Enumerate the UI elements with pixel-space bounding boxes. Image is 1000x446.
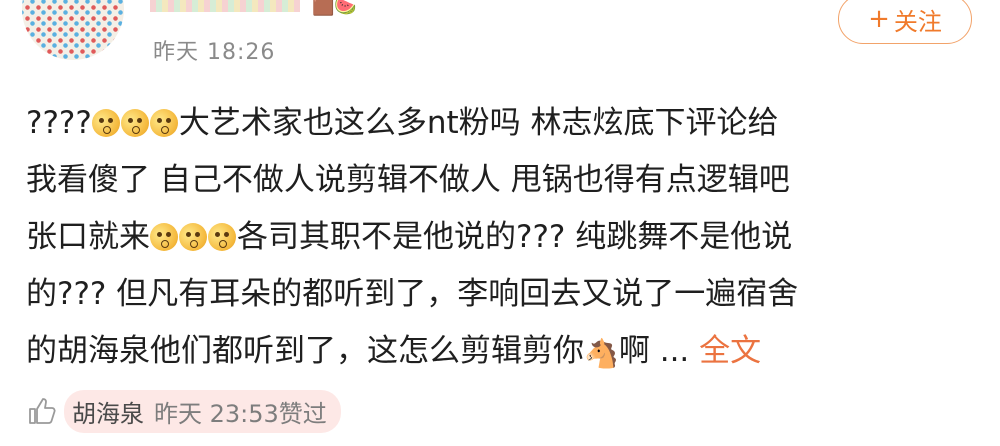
thinking-emoji-icon xyxy=(149,109,178,137)
like-footer: 胡海泉 昨天 23:53 赞过 xyxy=(26,389,341,433)
horse-emoji-icon: 🐴 xyxy=(584,337,619,370)
follow-button[interactable]: + 关注 xyxy=(838,0,972,44)
text-segment: 的胡海泉他们都听到了，这怎么剪辑剪你 xyxy=(26,333,584,369)
thinking-emoji-icon xyxy=(120,109,149,137)
thinking-emoji-icon xyxy=(91,109,120,137)
liker-name[interactable]: 胡海泉 xyxy=(72,394,144,429)
comment-line: 我看傻了 自己不做人说剪辑不做人 甩锅也得有点逻辑吧 xyxy=(26,152,986,209)
comment-line: 的胡海泉他们都听到了，这怎么剪辑剪你🐴啊 ... 全文 xyxy=(26,323,986,380)
text-segment: 啊 xyxy=(618,333,650,369)
text-segment: 的??? 但凡有耳朵的都听到了，李响回去又说了一遍宿舍 xyxy=(26,276,799,312)
comment-body: ???? 大艺术家也这么多nt粉吗 林志炫底下评论给 我看傻了 自己不做人说剪辑不… xyxy=(26,95,986,380)
thinking-emoji-icon xyxy=(208,223,236,251)
like-time: 昨天 23:53 xyxy=(154,399,279,428)
text-segment: 各司其职不是他说的??? 纯跳舞不是他说 xyxy=(237,219,793,255)
comment-line: ???? 大艺术家也这么多nt粉吗 林志炫底下评论给 xyxy=(26,95,986,152)
follow-label: 关注 xyxy=(893,7,942,36)
text-segment: 大艺术家也这么多nt粉吗 林志炫底下评论给 xyxy=(178,105,779,141)
text-segment: 张口就来 xyxy=(26,219,150,255)
thinking-emoji-icon xyxy=(179,223,207,251)
like-action: 赞过 xyxy=(278,399,327,428)
avatar[interactable] xyxy=(22,0,124,60)
ellipsis: ... xyxy=(649,333,690,369)
post-timestamp: 昨天 18:26 xyxy=(153,40,276,65)
thumbs-up-icon[interactable] xyxy=(26,395,58,427)
comment-line: 的??? 但凡有耳朵的都听到了，李响回去又说了一遍宿舍 xyxy=(26,266,986,323)
user-badges: 🟫🍉 xyxy=(312,0,357,17)
full-text-link[interactable]: 全文 xyxy=(699,333,761,369)
comment-line: 张口就来 各司其职不是他说的??? 纯跳舞不是他说 xyxy=(26,209,986,266)
plus-icon: + xyxy=(868,4,890,34)
text-segment: ???? xyxy=(26,105,92,141)
text-segment: 我看傻了 自己不做人说剪辑不做人 甩锅也得有点逻辑吧 xyxy=(26,162,790,198)
liked-by-badge[interactable]: 胡海泉 昨天 23:53 赞过 xyxy=(64,389,341,433)
thinking-emoji-icon xyxy=(150,223,178,251)
username-blurred[interactable] xyxy=(150,0,300,12)
